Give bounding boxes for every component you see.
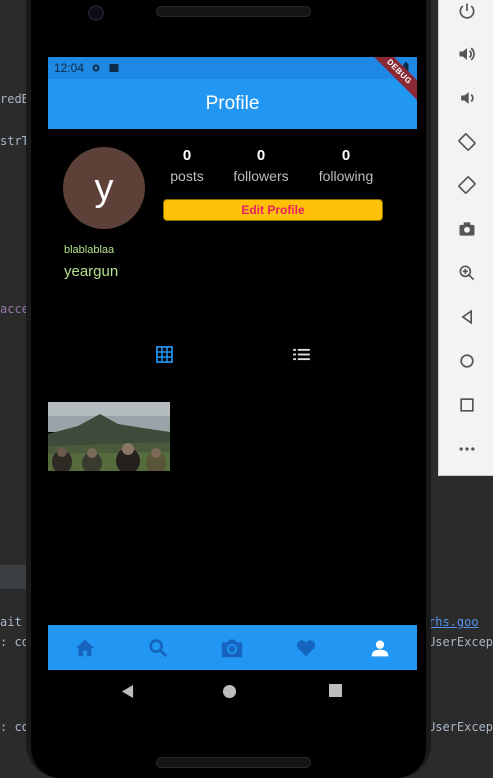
stat-value: 0 <box>182 147 192 164</box>
rotate-left-icon[interactable] <box>456 131 478 153</box>
emulator-controls <box>438 0 493 476</box>
screenshot-icon[interactable] <box>456 218 478 240</box>
console-line: : co <box>0 720 29 734</box>
profile-bio: blablablaa <box>64 244 115 256</box>
rotate-right-icon[interactable] <box>456 174 478 196</box>
stat-label: followers <box>233 168 289 184</box>
stat-posts: 0 posts <box>152 147 222 184</box>
bottom-navigation <box>48 625 417 670</box>
heart-icon[interactable] <box>293 635 319 661</box>
settings-icon <box>90 62 102 74</box>
system-navigation-bar <box>48 670 417 715</box>
console-line: UserExcep <box>428 635 493 649</box>
bottom-speaker <box>156 757 311 768</box>
earpiece-speaker <box>156 6 311 17</box>
screen-root: redB strT acce ait : co : co rhs.goo Use… <box>0 0 493 778</box>
volume-up-icon[interactable] <box>456 43 478 65</box>
edit-profile-button[interactable]: Edit Profile <box>163 199 383 221</box>
camera-icon[interactable] <box>219 635 245 661</box>
zoom-icon[interactable] <box>456 262 478 284</box>
profile-username: yeargun <box>64 263 119 280</box>
back-icon[interactable] <box>121 684 134 704</box>
avatar-letter: y <box>94 166 114 209</box>
volume-down-icon[interactable] <box>456 87 478 109</box>
avatar[interactable]: y <box>63 147 145 229</box>
home-icon[interactable] <box>72 635 98 661</box>
overview-icon[interactable] <box>456 394 478 416</box>
console-line: : co <box>0 635 29 649</box>
ide-console-right: rhs.goo UserExcep UserExcep <box>428 476 493 778</box>
home-icon[interactable] <box>222 684 237 704</box>
front-camera <box>88 5 104 21</box>
app-bar: Profile <box>48 79 417 129</box>
app-screen: 12:04 Profile DEBUG y 0 posts 0 follower… <box>48 57 417 670</box>
home-icon[interactable] <box>456 350 478 372</box>
phone-frame: 12:04 Profile DEBUG y 0 posts 0 follower… <box>26 0 431 778</box>
person-icon[interactable] <box>367 635 393 661</box>
search-icon[interactable] <box>145 635 171 661</box>
grid-icon[interactable] <box>154 344 174 364</box>
console-line: UserExcep <box>428 720 493 734</box>
stat-value: 0 <box>256 147 266 164</box>
stat-label: posts <box>170 168 204 184</box>
power-icon[interactable] <box>456 0 478 22</box>
console-line: ait <box>0 615 22 629</box>
code-line: acce <box>0 302 29 316</box>
list-icon[interactable] <box>291 344 311 364</box>
back-icon[interactable] <box>456 306 478 328</box>
stat-value: 0 <box>341 147 351 164</box>
code-line: redB <box>0 92 29 106</box>
post-thumbnail[interactable] <box>48 402 170 471</box>
status-bar: 12:04 <box>48 57 417 79</box>
stat-label: following <box>318 168 374 184</box>
more-icon[interactable] <box>456 438 478 460</box>
phone-body: 12:04 Profile DEBUG y 0 posts 0 follower… <box>31 0 426 778</box>
page-title: Profile <box>205 93 260 114</box>
overview-icon[interactable] <box>329 684 342 702</box>
status-time: 12:04 <box>54 61 85 75</box>
stat-followers: 0 followers <box>226 147 296 184</box>
stat-following: 0 following <box>311 147 381 184</box>
notification-icon <box>108 62 120 74</box>
code-line: strT <box>0 134 29 148</box>
console-link[interactable]: rhs.goo <box>428 615 479 629</box>
